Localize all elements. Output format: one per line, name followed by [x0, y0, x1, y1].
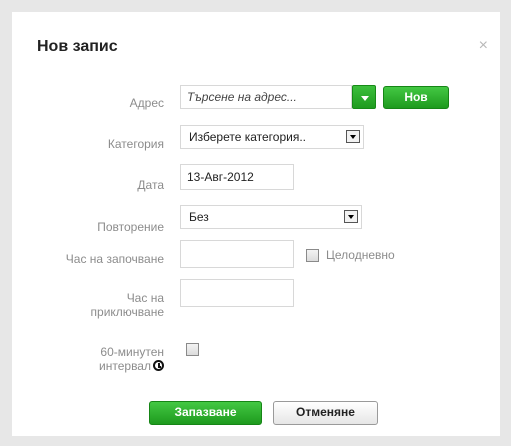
address-dropdown-button[interactable]	[352, 85, 376, 109]
end-time-label-line2: приключване	[90, 305, 164, 319]
chevron-down-icon	[346, 130, 360, 143]
repeat-select[interactable]: Без	[180, 205, 362, 229]
new-address-button[interactable]: Нов	[383, 86, 449, 109]
end-time-label-line1: Час на	[126, 291, 164, 305]
address-label: Адрес	[129, 96, 164, 110]
cancel-button[interactable]: Отменяне	[273, 401, 378, 425]
category-label: Категория	[107, 137, 164, 151]
repeat-selected-value: Без	[189, 210, 209, 224]
chevron-down-icon	[361, 96, 369, 101]
save-button[interactable]: Запазване	[149, 401, 262, 425]
dialog-title: Нов запис	[37, 38, 118, 55]
date-label: Дата	[137, 178, 164, 192]
interval-label-line2: интервал	[99, 359, 151, 373]
interval-label-line1: 60-минутен	[100, 345, 164, 359]
interval-checkbox[interactable]	[186, 343, 199, 356]
address-search-input[interactable]: Търсене на адрес...	[180, 85, 352, 109]
end-time-input[interactable]	[180, 279, 294, 307]
category-selected-value: Изберете категория..	[189, 130, 307, 144]
start-time-input[interactable]	[180, 240, 294, 268]
close-icon[interactable]: ×	[479, 38, 488, 54]
repeat-label: Повторение	[97, 220, 164, 234]
clock-icon	[153, 360, 164, 371]
date-input[interactable]: 13-Авг-2012	[180, 164, 294, 190]
category-select[interactable]: Изберете категория..	[180, 125, 364, 149]
chevron-down-icon	[344, 210, 358, 223]
interval-label-line2-wrap: интервал	[14, 359, 164, 373]
all-day-checkbox[interactable]	[306, 249, 319, 262]
all-day-label: Целодневно	[326, 248, 395, 262]
start-time-label: Час на започване	[65, 252, 164, 266]
new-entry-dialog: Нов запис × Адрес Търсене на адрес... Но…	[12, 12, 500, 436]
